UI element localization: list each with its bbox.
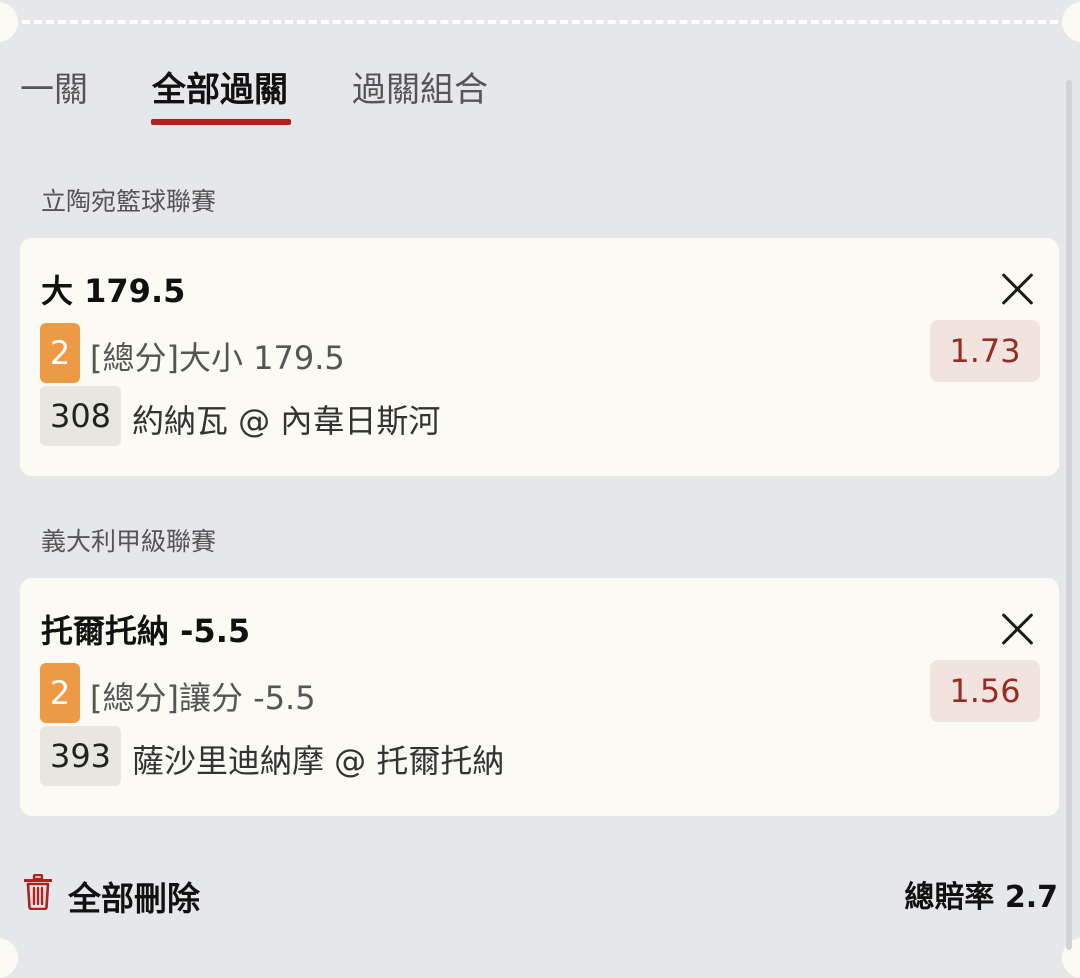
market-label: [總分]大小 179.5 <box>90 339 345 377</box>
total-odds-value: 2.7 <box>1004 880 1058 915</box>
active-tab-indicator <box>151 119 291 125</box>
total-odds-label: 總賠率 <box>904 880 995 915</box>
league-name: 義大利甲級聯賽 <box>41 527 217 556</box>
bet-card: 托爾托納 -5.5 2 [總分]讓分 -5.5 1.56 393 薩沙里迪納摩 … <box>20 578 1059 816</box>
league-name: 立陶宛籃球聯賽 <box>41 187 217 216</box>
selection-title: 大 179.5 <box>41 272 186 310</box>
selection-title: 托爾托納 -5.5 <box>41 612 251 650</box>
total-odds: 總賠率 2.7 <box>904 872 1058 916</box>
match-number-badge: 393 <box>40 726 121 786</box>
period-badge: 2 <box>40 663 80 723</box>
delete-all-label: 全部刪除 <box>68 879 200 918</box>
dashed-divider <box>22 20 1058 24</box>
tab-all-parlay[interactable]: 全部過關 <box>152 62 288 111</box>
bet-type-tabs: 一關 全部過關 過關組合 <box>0 56 900 128</box>
close-icon[interactable] <box>998 268 1038 308</box>
period-badge: 2 <box>40 323 80 383</box>
bet-card: 大 179.5 2 [總分]大小 179.5 1.73 308 約納瓦 @ 內韋… <box>20 238 1059 476</box>
match-name: 約納瓦 @ 內韋日斯河 <box>132 402 441 440</box>
match-name: 薩沙里迪納摩 @ 托爾托納 <box>132 742 505 780</box>
market-label: [總分]讓分 -5.5 <box>90 679 316 717</box>
trash-icon <box>24 874 52 910</box>
tab-parlay-combo[interactable]: 過關組合 <box>352 62 488 111</box>
tab-single[interactable]: 一關 <box>20 62 88 111</box>
scrollbar[interactable] <box>1066 80 1072 950</box>
odds-button[interactable]: 1.73 <box>930 320 1040 382</box>
ticket-notch <box>0 938 18 978</box>
ticket-top-edge <box>0 0 1080 48</box>
close-icon[interactable] <box>998 608 1038 648</box>
match-number-badge: 308 <box>40 386 121 446</box>
odds-button[interactable]: 1.56 <box>930 660 1040 722</box>
